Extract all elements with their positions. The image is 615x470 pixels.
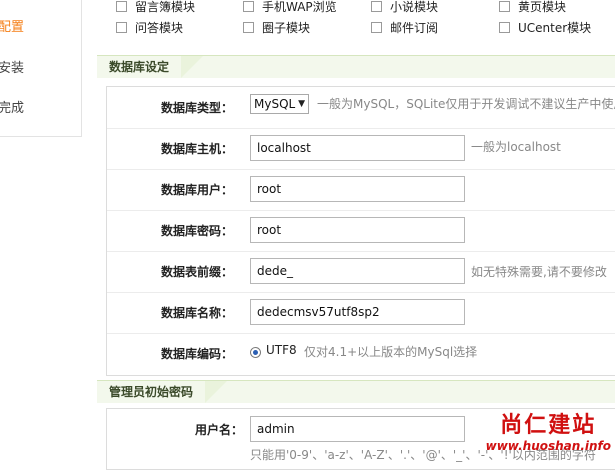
module-yellowpages[interactable]: 黄页模块 [499, 0, 566, 15]
module-novel[interactable]: 小说模块 [371, 0, 438, 15]
checkbox[interactable] [116, 22, 127, 33]
module-options: 留言簿模块 手机WAP浏览 小说模块 黄页模块 问答模块 圈子模块 邮件订阅 U… [104, 0, 615, 44]
db-section-title: 数据库设定 [97, 56, 204, 78]
row-db-name: 数据库名称： dedecmsv57utf8sp2 [107, 292, 615, 334]
admin-username-label: 用户名： [194, 423, 243, 437]
watermark-url: www.huoshan.info [485, 439, 611, 453]
db-charset-hint: 仅对4.1+以上版本的MySql选择 [304, 345, 478, 359]
watermark-title: 尚仁建站 [500, 413, 597, 438]
db-name-label: 数据库名称： [160, 306, 233, 320]
row-db-type: 数据库类型： MySQL ▼ 一般为MySQL，SQLite仅用于开发调试不建议… [107, 87, 615, 129]
db-type-label: 数据库类型： [160, 101, 233, 115]
checkbox[interactable] [243, 1, 254, 12]
chevron-down-icon: ▼ [298, 99, 305, 109]
admin-username-input[interactable]: admin [250, 416, 465, 442]
admin-section-header: 管理员初始密码 [97, 380, 615, 403]
checkbox[interactable] [116, 1, 127, 12]
checkbox[interactable] [499, 22, 510, 33]
checkbox[interactable] [371, 22, 382, 33]
db-user-label: 数据库用户： [160, 183, 233, 197]
db-user-input[interactable]: root [250, 176, 465, 202]
row-db-host: 数据库主机： localhost 一般为localhost [107, 128, 615, 170]
charset-utf8-option[interactable]: UTF8 [266, 343, 297, 357]
module-ucenter[interactable]: UCenter模块 [499, 19, 591, 36]
checkbox[interactable] [499, 1, 510, 12]
db-settings-form: 数据库类型： MySQL ▼ 一般为MySQL，SQLite仅用于开发调试不建议… [106, 86, 615, 376]
row-db-user: 数据库用户： root [107, 169, 615, 211]
db-prefix-label: 数据表前缀： [160, 265, 233, 279]
module-group[interactable]: 圈子模块 [243, 19, 310, 36]
db-password-input[interactable]: root [250, 217, 465, 243]
row-db-password: 数据库密码： root [107, 210, 615, 252]
db-prefix-input[interactable]: dede_ [250, 258, 465, 284]
module-mail[interactable]: 邮件订阅 [371, 19, 438, 36]
row-db-prefix: 数据表前缀： dede_ 如无特殊需要,请不要修改 [107, 251, 615, 293]
row-db-charset: 数据库编码： UTF8 仅对4.1+以上版本的MySql选择 [107, 333, 615, 374]
checkbox[interactable] [371, 1, 382, 12]
db-host-label: 数据库主机： [160, 142, 233, 156]
charset-utf8-radio[interactable] [250, 347, 261, 358]
db-password-label: 数据库密码： [160, 224, 233, 238]
db-name-input[interactable]: dedecmsv57utf8sp2 [250, 299, 465, 325]
install-steps-sidebar: 配置 安装 完成 [0, 0, 82, 137]
db-host-input[interactable]: localhost [250, 135, 465, 161]
db-host-hint: 一般为localhost [471, 140, 561, 154]
admin-section-title: 管理员初始密码 [97, 381, 228, 403]
site-watermark: 尚仁建站 www.huoshan.info [486, 407, 611, 453]
step-complete: 完成 [0, 101, 25, 116]
module-ask[interactable]: 问答模块 [116, 19, 183, 36]
checkbox[interactable] [243, 22, 254, 33]
db-type-hint: 一般为MySQL，SQLite仅用于开发调试不建议生产中使用 [317, 97, 615, 111]
db-charset-label: 数据库编码： [160, 347, 233, 361]
step-install: 安装 [0, 61, 25, 76]
module-wap[interactable]: 手机WAP浏览 [243, 0, 337, 15]
db-type-select[interactable]: MySQL ▼ [250, 94, 309, 114]
module-guestbook[interactable]: 留言簿模块 [116, 0, 195, 15]
db-section-header: 数据库设定 [97, 55, 615, 78]
db-prefix-hint: 如无特殊需要,请不要修改 [471, 265, 607, 279]
step-config: 配置 [0, 20, 25, 35]
